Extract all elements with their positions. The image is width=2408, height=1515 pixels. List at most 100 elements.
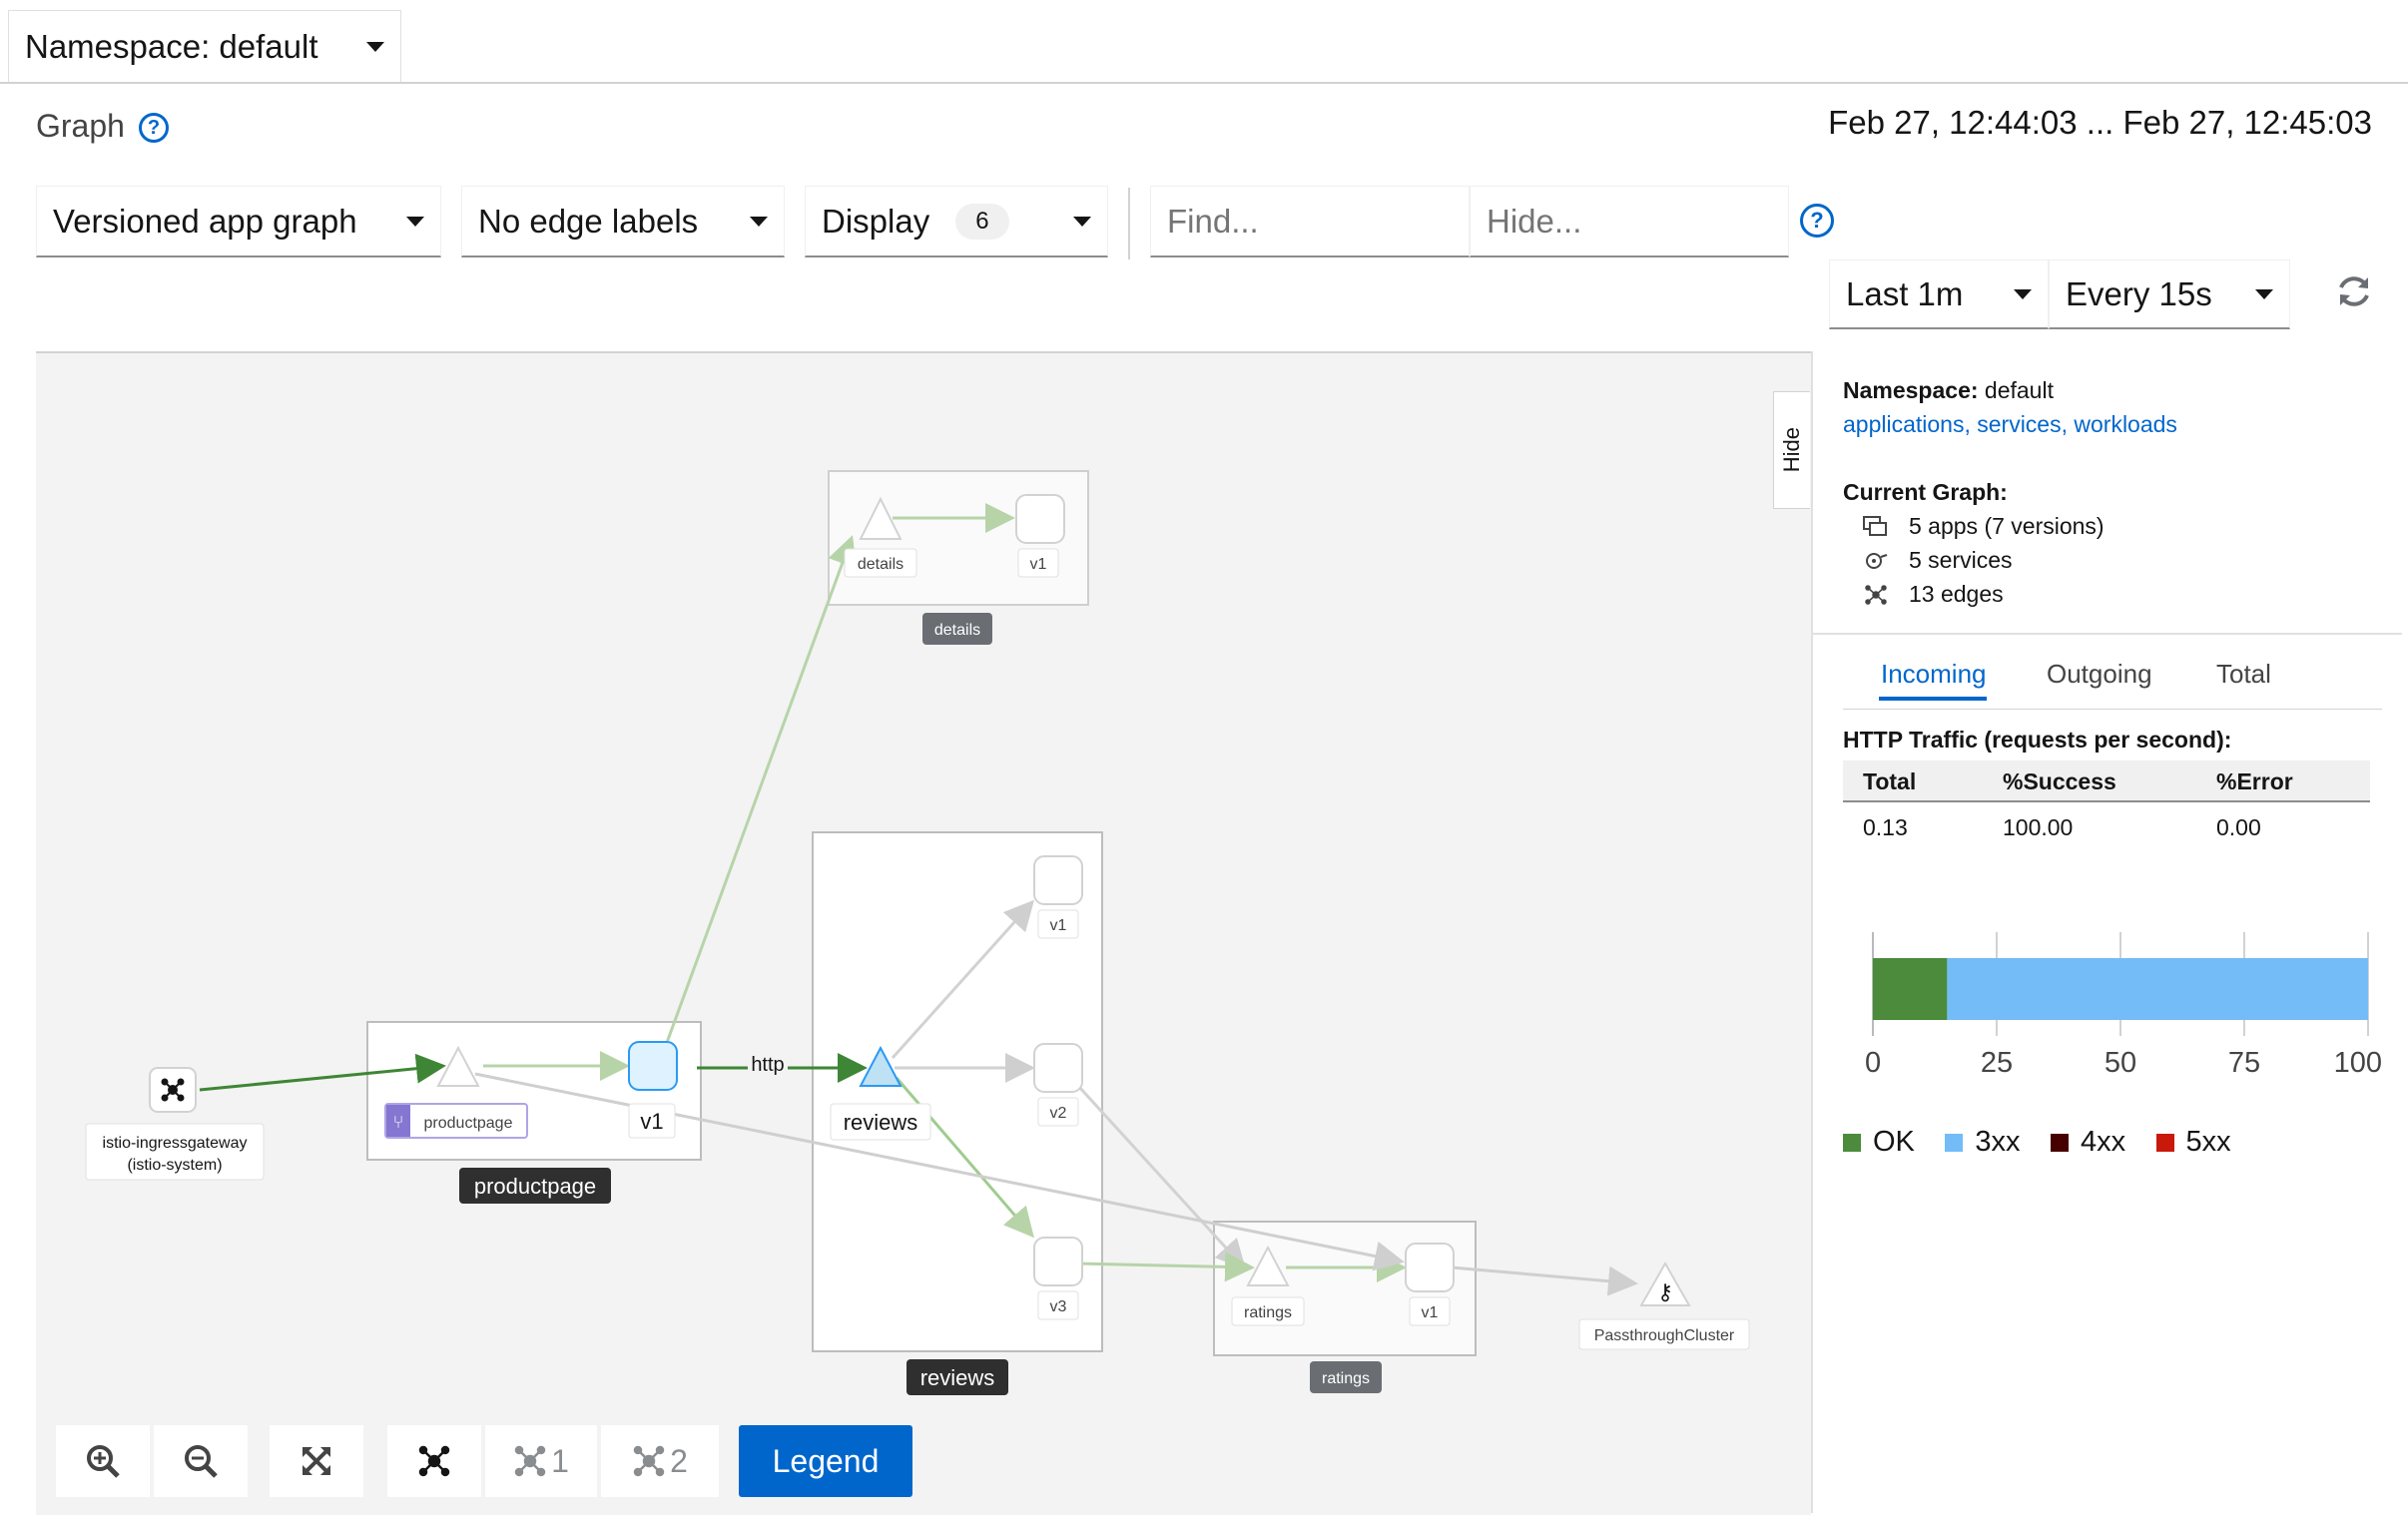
hide-panel-tab[interactable]: Hide	[1773, 391, 1810, 509]
namespace-select-label: Namespace: default	[25, 27, 318, 65]
display-count-badge: 6	[955, 203, 1009, 240]
reviews-v1-node[interactable]	[1033, 855, 1083, 905]
layout-2-button[interactable]: 2	[601, 1425, 719, 1497]
find-input[interactable]	[1150, 186, 1470, 257]
legend-ok-swatch	[1843, 1133, 1861, 1152]
reviews-service-label: reviews	[844, 1110, 918, 1135]
display-label: Display	[822, 202, 930, 240]
refresh-icon[interactable]	[2334, 271, 2374, 311]
tab-incoming-underline	[1879, 697, 1987, 701]
refresh-interval-select[interactable]: Every 15s	[2049, 259, 2290, 329]
tab-outgoing-label: Outgoing	[2047, 659, 2152, 689]
layout-default-button[interactable]	[387, 1425, 481, 1497]
ratings-v1-node[interactable]	[1405, 1243, 1455, 1292]
graph-type-label: Versioned app graph	[53, 202, 357, 240]
reviews-v3-node[interactable]	[1033, 1237, 1083, 1286]
namespace-row: Namespace: default	[1843, 377, 2054, 404]
legend-ok-label: OK	[1873, 1126, 1915, 1158]
details-service-label: details	[858, 556, 903, 573]
graph-canvas[interactable]: http details v1 details ⑂ productpage v1…	[36, 351, 1811, 1515]
zoom-to-fit-button[interactable]	[270, 1425, 363, 1497]
traffic-bar-chart: 0 25 50 75 100	[1865, 932, 2382, 1076]
namespace-links[interactable]: applications, services, workloads	[1843, 411, 2177, 438]
header-success: %Success	[2003, 768, 2116, 794]
traffic-title: HTTP Traffic (requests per second):	[1843, 727, 2232, 753]
branch-icon-glyph: ⑂	[393, 1112, 404, 1132]
ratings-v1-label: v1	[1422, 1304, 1439, 1321]
tab-total[interactable]: Total	[2216, 659, 2271, 690]
chevron-down-icon	[1073, 216, 1091, 227]
toolbar-divider	[1128, 188, 1130, 259]
reviews-box-label: reviews	[920, 1365, 995, 1390]
tab-outgoing[interactable]: Outgoing	[2047, 659, 2152, 690]
duration-label: Last 1m	[1846, 274, 1964, 312]
zoom-out-button[interactable]	[154, 1425, 248, 1497]
services-stat-text: 5 services	[1909, 547, 2013, 573]
key-icon: ⚷	[1657, 1279, 1673, 1304]
chart-tick-label: 25	[1981, 1047, 2013, 1076]
traffic-table-row: 0.13 100.00 0.00	[1843, 806, 2370, 846]
find-help-icon[interactable]: ?	[1800, 204, 1834, 238]
productpage-box-label: productpage	[474, 1174, 596, 1199]
layout-1-label: 1	[551, 1442, 569, 1479]
ratings-box-label: ratings	[1322, 1370, 1370, 1387]
legend-button[interactable]: Legend	[739, 1425, 912, 1497]
traffic-bar-ok	[1873, 958, 1948, 1020]
tab-incoming[interactable]: Incoming	[1879, 659, 1987, 701]
tab-total-label: Total	[2216, 659, 2271, 689]
service-graph[interactable]: http details v1 details ⑂ productpage v1…	[36, 353, 1811, 1515]
chart-tick-label: 0	[1865, 1047, 1881, 1076]
zoom-in-button[interactable]	[56, 1425, 150, 1497]
chart-tick-label: 50	[2105, 1047, 2136, 1076]
cell-success: 100.00	[2003, 814, 2074, 840]
legend-3xx-swatch	[1945, 1133, 1964, 1152]
ratings-service-label: ratings	[1244, 1304, 1292, 1321]
hide-input[interactable]	[1470, 186, 1789, 257]
zoom-in-icon	[87, 1445, 120, 1478]
chevron-down-icon	[2255, 288, 2273, 299]
services-icon	[1866, 552, 1888, 569]
traffic-tabs: Incoming Outgoing Total	[1843, 649, 2382, 710]
layout-1-button[interactable]: 1	[485, 1425, 597, 1497]
hide-panel-label: Hide	[1779, 427, 1804, 473]
legend-5xx: 5xx	[2155, 1126, 2231, 1159]
namespace-select[interactable]: Namespace: default	[8, 10, 401, 82]
apps-icon	[1863, 515, 1887, 536]
legend-button-label: Legend	[772, 1442, 880, 1479]
edges-stat: 13 edges	[1863, 581, 2004, 608]
display-select[interactable]: Display 6	[805, 186, 1108, 257]
graph-type-select[interactable]: Versioned app graph	[36, 186, 441, 257]
chart-tick-label: 75	[2228, 1047, 2260, 1076]
header-error: %Error	[2216, 768, 2293, 794]
chart-tick-label: 100	[2334, 1047, 2382, 1076]
panel-divider	[1813, 633, 2402, 635]
details-box-label: details	[934, 622, 980, 639]
duration-select[interactable]: Last 1m	[1829, 259, 2049, 329]
apps-stat-text: 5 apps (7 versions)	[1909, 513, 2105, 539]
legend-4xx: 4xx	[2050, 1126, 2126, 1159]
services-stat: 5 services	[1863, 547, 2013, 574]
productpage-v1-node[interactable]	[628, 1041, 678, 1091]
traffic-table-header: Total %Success %Error	[1843, 760, 2370, 802]
legend-5xx-label: 5xx	[2185, 1126, 2231, 1158]
legend-3xx: 3xx	[1945, 1126, 2021, 1159]
legend-4xx-label: 4xx	[2080, 1126, 2126, 1158]
details-v1-node[interactable]	[1015, 494, 1065, 544]
edges-stat-text: 13 edges	[1909, 581, 2004, 607]
edges-icon	[1865, 584, 1887, 605]
tab-incoming-label: Incoming	[1881, 659, 1987, 689]
chevron-down-icon	[366, 41, 384, 52]
edge-labels-select[interactable]: No edge labels	[461, 186, 785, 257]
ingress-label-line1: istio-ingressgateway	[103, 1135, 248, 1152]
edge-ratings-passthrough[interactable]	[1451, 1265, 1638, 1296]
namespace-label: Namespace:	[1843, 377, 1979, 403]
reviews-v3-label: v3	[1050, 1298, 1067, 1315]
productpage-service-label: productpage	[424, 1115, 513, 1132]
cell-total: 0.13	[1863, 814, 1908, 840]
help-icon[interactable]: ?	[139, 113, 169, 143]
apps-stat: 5 apps (7 versions)	[1863, 513, 2105, 540]
legend-4xx-swatch	[2050, 1133, 2069, 1152]
reviews-v2-node[interactable]	[1033, 1043, 1083, 1093]
page-title: Graph	[36, 108, 125, 144]
details-v1-label: v1	[1030, 556, 1047, 573]
